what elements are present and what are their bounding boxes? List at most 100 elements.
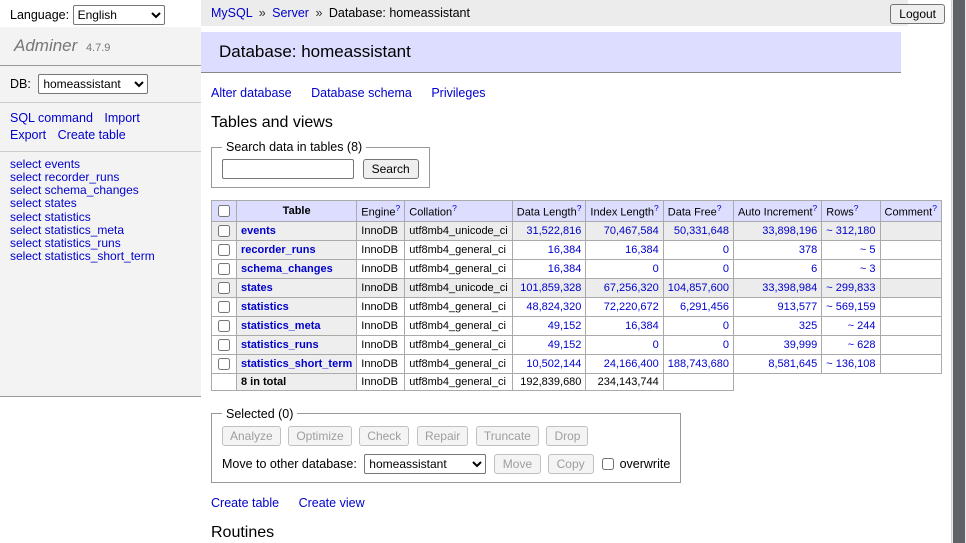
doc-link[interactable]: ? [396, 203, 401, 213]
doc-link[interactable]: ? [452, 203, 457, 213]
logout-button[interactable]: Logout [890, 4, 945, 24]
sidebar-table-select-link[interactable]: select states [10, 196, 77, 210]
data-free-link[interactable]: 6,291,456 [680, 301, 729, 313]
doc-link[interactable]: ? [854, 203, 859, 213]
table-name-link[interactable]: statistics [241, 301, 289, 313]
row-checkbox[interactable] [218, 225, 230, 237]
rows-count-link[interactable]: ~ 5 [860, 244, 876, 256]
data-length-link[interactable]: 31,522,816 [526, 225, 581, 237]
search-button[interactable]: Search [363, 159, 419, 179]
table-row: recorder_runs InnoDB utf8mb4_general_ci … [212, 240, 942, 259]
data-free-link[interactable]: 50,331,648 [674, 225, 729, 237]
create-link[interactable]: Create view [299, 496, 365, 510]
create-link[interactable]: Create table [211, 496, 279, 510]
col-header-auto-increment: Auto Increment? [733, 201, 821, 222]
sidebar-table-select-link[interactable]: select schema_changes [10, 183, 139, 197]
table-name-link[interactable]: recorder_runs [241, 244, 316, 256]
rows-count-link[interactable]: ~ 136,108 [826, 358, 875, 370]
index-length-link[interactable]: 24,166,400 [604, 358, 659, 370]
sidebar-table-select-link[interactable]: select events [10, 157, 80, 171]
rows-count-link[interactable]: ~ 299,833 [826, 282, 875, 294]
bulk-action-button: Truncate [476, 426, 539, 446]
rows-count-link[interactable]: ~ 569,159 [826, 301, 875, 313]
row-checkbox[interactable] [218, 301, 230, 313]
auto-increment-link[interactable]: 8,581,645 [768, 358, 817, 370]
auto-increment-link[interactable]: 378 [799, 244, 817, 256]
rows-count-link[interactable]: ~ 628 [848, 339, 876, 351]
data-free-link[interactable]: 0 [723, 263, 729, 275]
breadcrumb-link-server[interactable]: Server [272, 6, 309, 20]
index-length-link[interactable]: 0 [653, 339, 659, 351]
data-length-link[interactable]: 101,859,328 [520, 282, 581, 294]
data-length-link[interactable]: 48,824,320 [526, 301, 581, 313]
data-length-link[interactable]: 16,384 [548, 244, 582, 256]
language-select[interactable]: English [73, 5, 165, 25]
select-all-checkbox[interactable] [218, 205, 230, 217]
scrollbar-thumb[interactable] [953, 0, 965, 543]
table-name-link[interactable]: states [241, 282, 273, 294]
auto-increment-link[interactable]: 39,999 [784, 339, 818, 351]
table-name-link[interactable]: schema_changes [241, 263, 333, 275]
index-length-link[interactable]: 67,256,320 [604, 282, 659, 294]
data-free-link[interactable]: 0 [723, 339, 729, 351]
doc-link[interactable]: ? [577, 203, 582, 213]
sidebar-table-select-link[interactable]: select statistics_meta [10, 223, 124, 237]
table-name-link[interactable]: statistics_runs [241, 339, 319, 351]
index-length-link[interactable]: 72,220,672 [604, 301, 659, 313]
auto-increment-link[interactable]: 913,577 [778, 301, 818, 313]
data-free-link[interactable]: 0 [723, 320, 729, 332]
search-input[interactable] [222, 159, 354, 179]
sidebar-table-select-link[interactable]: select statistics_runs [10, 236, 121, 250]
index-length-link[interactable]: 16,384 [625, 320, 659, 332]
data-free-link[interactable]: 104,857,600 [668, 282, 729, 294]
db-select[interactable]: homeassistant [38, 74, 148, 94]
table-name-link[interactable]: statistics_short_term [241, 358, 352, 370]
overwrite-checkbox[interactable] [602, 458, 614, 470]
sidebar-link[interactable]: Create table [58, 128, 126, 142]
row-checkbox[interactable] [218, 282, 230, 294]
index-length-link[interactable]: 16,384 [625, 244, 659, 256]
data-free-link[interactable]: 188,743,680 [668, 358, 729, 370]
collation-cell: utf8mb4_general_ci [405, 259, 512, 278]
data-free-link[interactable]: 0 [723, 244, 729, 256]
breadcrumb-link-mysql[interactable]: MySQL [211, 6, 252, 20]
move-db-select[interactable]: homeassistant [364, 454, 486, 474]
table-name-link[interactable]: events [241, 225, 276, 237]
doc-link[interactable]: ? [717, 203, 722, 213]
row-checkbox[interactable] [218, 339, 230, 351]
sidebar-table-select-link[interactable]: select statistics [10, 210, 91, 224]
sidebar-link[interactable]: Import [104, 111, 139, 125]
data-length-link[interactable]: 49,152 [548, 339, 582, 351]
index-length-link[interactable]: 70,467,584 [604, 225, 659, 237]
database-action-link[interactable]: Privileges [431, 86, 485, 100]
sidebar-link[interactable]: Export [10, 128, 46, 142]
sidebar-link[interactable]: SQL command [10, 111, 93, 125]
rows-count-link[interactable]: ~ 312,180 [826, 225, 875, 237]
data-length-link[interactable]: 16,384 [548, 263, 582, 275]
doc-link[interactable]: ? [654, 203, 659, 213]
sidebar-table-select-link[interactable]: select recorder_runs [10, 170, 119, 184]
auto-increment-link[interactable]: 33,398,984 [762, 282, 817, 294]
row-checkbox[interactable] [218, 358, 230, 370]
data-length-link[interactable]: 49,152 [548, 320, 582, 332]
comment-cell [880, 354, 941, 373]
auto-increment-link[interactable]: 325 [799, 320, 817, 332]
bulk-action-button: Drop [546, 426, 588, 446]
rows-count-link[interactable]: ~ 3 [860, 263, 876, 275]
scrollbar[interactable] [951, 0, 966, 543]
row-checkbox[interactable] [218, 244, 230, 256]
doc-link[interactable]: ? [813, 203, 818, 213]
database-action-link[interactable]: Alter database [211, 86, 292, 100]
doc-link[interactable]: ? [932, 203, 937, 213]
database-action-link[interactable]: Database schema [311, 86, 412, 100]
auto-increment-link[interactable]: 6 [811, 263, 817, 275]
row-checkbox[interactable] [218, 263, 230, 275]
row-checkbox[interactable] [218, 320, 230, 332]
collation-cell: utf8mb4_general_ci [405, 335, 512, 354]
sidebar-table-select-link[interactable]: select statistics_short_term [10, 249, 155, 263]
rows-count-link[interactable]: ~ 244 [848, 320, 876, 332]
table-name-link[interactable]: statistics_meta [241, 320, 321, 332]
index-length-link[interactable]: 0 [653, 263, 659, 275]
auto-increment-link[interactable]: 33,898,196 [762, 225, 817, 237]
data-length-link[interactable]: 10,502,144 [526, 358, 581, 370]
